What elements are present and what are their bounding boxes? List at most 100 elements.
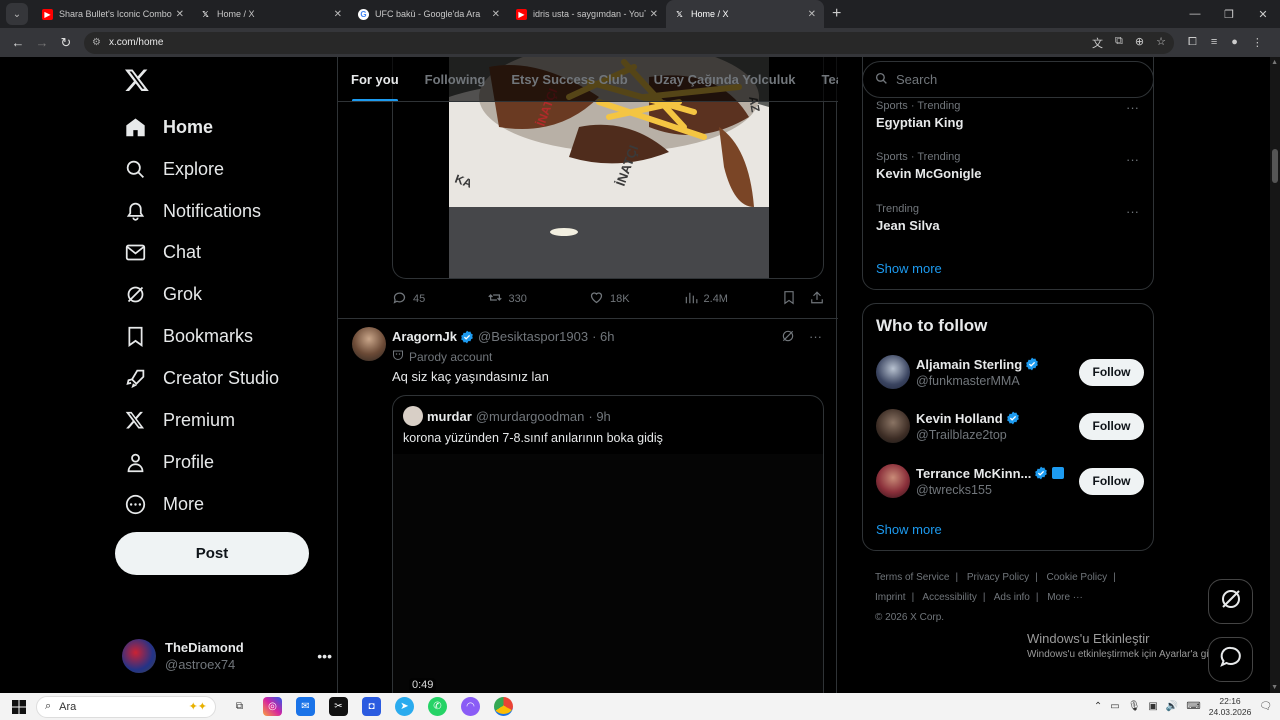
footer-link[interactable]: Imprint bbox=[875, 592, 906, 603]
battery-icon[interactable]: ▭ bbox=[1110, 701, 1119, 712]
reload-icon[interactable]: ↻ bbox=[54, 35, 78, 51]
profile-icon[interactable]: ● bbox=[1231, 36, 1238, 49]
close-tab-icon[interactable]: ✕ bbox=[334, 9, 342, 20]
reading-list-icon[interactable]: ≡ bbox=[1211, 36, 1217, 49]
translate-icon[interactable]: 文 bbox=[1092, 35, 1103, 51]
follow-button[interactable]: Follow bbox=[1079, 467, 1144, 495]
notification-icon[interactable]: 🗨 bbox=[1259, 701, 1272, 712]
account-switcher[interactable]: TheDiamond @astroex74 ••• bbox=[122, 635, 332, 677]
more-dots-icon[interactable]: ··· bbox=[1126, 100, 1139, 115]
browser-tab[interactable]: ▶ idris usta - saygımdan - YouTub ✕ bbox=[508, 0, 666, 28]
author-name[interactable]: AragornJk bbox=[392, 329, 457, 344]
capcut-icon[interactable]: ✂ bbox=[329, 697, 348, 716]
browser-tab[interactable]: 𝕏 Home / X ✕ bbox=[192, 0, 350, 28]
tweet-time[interactable]: · 6h bbox=[592, 329, 614, 344]
more-dots-icon[interactable]: ••• bbox=[317, 648, 332, 664]
address-bar[interactable]: ⚙ x.com/home 文 ⧉ ⊕ ☆ bbox=[84, 31, 1174, 54]
back-icon[interactable]: ← bbox=[6, 35, 30, 50]
messages-floating-button[interactable] bbox=[1208, 637, 1253, 682]
task-view-icon[interactable]: ⧉ bbox=[230, 697, 249, 716]
footer-link[interactable]: Accessibility bbox=[922, 592, 976, 603]
tab-etsy-success-club[interactable]: Etsy Success Club bbox=[498, 57, 640, 101]
restore-icon[interactable]: ❐ bbox=[1212, 8, 1246, 21]
close-tab-icon[interactable]: ✕ bbox=[808, 9, 816, 20]
grok-icon[interactable] bbox=[781, 329, 795, 346]
x-logo-icon[interactable] bbox=[124, 67, 150, 93]
page-scrollbar[interactable]: ▲ ▼ bbox=[1270, 57, 1280, 693]
trend-item[interactable]: Sports · Trending Kevin McGonigle bbox=[876, 151, 981, 181]
more-dots-icon[interactable]: ··· bbox=[809, 329, 822, 346]
chrome-icon[interactable] bbox=[494, 697, 513, 716]
clock[interactable]: 22:16 24.03.2026 bbox=[1209, 696, 1252, 718]
follow-button[interactable]: Follow bbox=[1079, 358, 1144, 386]
messenger-icon[interactable]: ◠ bbox=[461, 697, 480, 716]
bookmark-icon[interactable] bbox=[782, 290, 796, 308]
quote-video[interactable] bbox=[393, 454, 823, 693]
bookmark-star-icon[interactable]: ☆ bbox=[1156, 35, 1166, 51]
repost-button[interactable]: 330 bbox=[487, 290, 589, 308]
language-icon[interactable]: ⌨ bbox=[1186, 701, 1200, 712]
chevron-up-icon[interactable]: ⌃ bbox=[1094, 701, 1102, 712]
nav-notifications[interactable]: Notifications bbox=[124, 191, 261, 231]
more-dots-icon[interactable]: ··· bbox=[1126, 204, 1139, 219]
post-button[interactable]: Post bbox=[115, 532, 309, 575]
like-button[interactable]: 18K bbox=[589, 290, 684, 308]
nav-creator-studio[interactable]: Creator Studio bbox=[124, 358, 279, 398]
trends-show-more-link[interactable]: Show more bbox=[876, 261, 942, 276]
footer-link[interactable]: Ads info bbox=[994, 592, 1030, 603]
nav-home[interactable]: Home bbox=[124, 107, 213, 147]
tab-search-button[interactable]: ⌄ bbox=[6, 3, 28, 25]
scroll-up-icon[interactable]: ▲ bbox=[1271, 59, 1278, 66]
avatar[interactable] bbox=[352, 327, 386, 361]
scroll-down-icon[interactable]: ▼ bbox=[1271, 684, 1278, 691]
footer-link[interactable]: More ··· bbox=[1047, 592, 1083, 603]
nav-profile[interactable]: Profile bbox=[124, 442, 214, 482]
tab-following[interactable]: Following bbox=[412, 57, 499, 101]
follow-button[interactable]: Follow bbox=[1079, 412, 1144, 440]
microphone-icon[interactable]: 🎙 bbox=[1128, 701, 1141, 712]
nav-bookmarks[interactable]: Bookmarks bbox=[124, 316, 253, 356]
outlook-icon[interactable]: ✉ bbox=[296, 697, 315, 716]
monitor-icon[interactable]: ▣ bbox=[1148, 701, 1157, 712]
scrollbar-thumb[interactable] bbox=[1272, 149, 1278, 183]
quoted-tweet[interactable]: murdar @murdargoodman · 9h korona yüzünd… bbox=[392, 395, 824, 693]
footer-link[interactable]: Terms of Service bbox=[875, 572, 949, 583]
search-input[interactable]: Search bbox=[862, 61, 1154, 98]
minimize-icon[interactable]: — bbox=[1178, 8, 1212, 21]
more-dots-icon[interactable]: ··· bbox=[1126, 152, 1139, 167]
close-tab-icon[interactable]: ✕ bbox=[176, 9, 184, 20]
grok-floating-button[interactable] bbox=[1208, 579, 1253, 624]
app-icon[interactable]: ◘ bbox=[362, 697, 381, 716]
follow-suggestion[interactable]: Aljamain Sterling @funkmasterMMA Follow bbox=[876, 352, 1144, 392]
reply-button[interactable]: 45 bbox=[392, 290, 487, 308]
instagram-icon[interactable]: ◎ bbox=[263, 697, 282, 716]
taskbar-search[interactable]: ⌕ Ara ✦✦ bbox=[36, 695, 216, 718]
volume-icon[interactable]: 🔊 bbox=[1166, 701, 1178, 712]
zoom-icon[interactable]: ⊕ bbox=[1135, 35, 1144, 51]
share-icon[interactable] bbox=[810, 290, 824, 308]
nav-explore[interactable]: Explore bbox=[124, 149, 224, 189]
nav-more[interactable]: More bbox=[124, 484, 204, 524]
author-handle[interactable]: @Besiktaspor1903 bbox=[478, 329, 588, 344]
whatsapp-icon[interactable]: ✆ bbox=[428, 697, 447, 716]
site-info-icon[interactable]: ⚙ bbox=[92, 37, 101, 48]
windows-start-icon[interactable] bbox=[6, 699, 32, 714]
browser-tab[interactable]: ▶ Shara Bullet's Iconic Combo ✕ bbox=[34, 0, 192, 28]
footer-link[interactable]: Privacy Policy bbox=[967, 572, 1029, 583]
nav-chat[interactable]: Chat bbox=[124, 232, 201, 272]
tweet[interactable]: AragornJk @Besiktaspor1903 · 6h ··· Paro… bbox=[338, 319, 838, 693]
tab-team-m[interactable]: Team M bbox=[809, 57, 839, 101]
browser-tab-active[interactable]: 𝕏 Home / X ✕ bbox=[666, 0, 824, 28]
tab-for-you[interactable]: For you bbox=[338, 57, 412, 101]
views-button[interactable]: 2.4M bbox=[684, 291, 782, 308]
forward-icon[interactable]: → bbox=[30, 35, 54, 50]
install-app-icon[interactable]: ⧉ bbox=[1115, 35, 1123, 51]
extensions-icon[interactable]: ⧠ bbox=[1188, 36, 1197, 49]
follow-show-more-link[interactable]: Show more bbox=[876, 522, 942, 537]
nav-grok[interactable]: Grok bbox=[124, 274, 202, 314]
close-window-icon[interactable]: ✕ bbox=[1246, 8, 1280, 21]
trend-item[interactable]: Sports · Trending Egyptian King bbox=[876, 100, 963, 130]
trend-item[interactable]: Trending Jean Silva bbox=[876, 203, 940, 233]
close-tab-icon[interactable]: ✕ bbox=[650, 9, 658, 20]
follow-suggestion[interactable]: Terrance McKinn... @twrecks155 Follow bbox=[876, 461, 1144, 501]
